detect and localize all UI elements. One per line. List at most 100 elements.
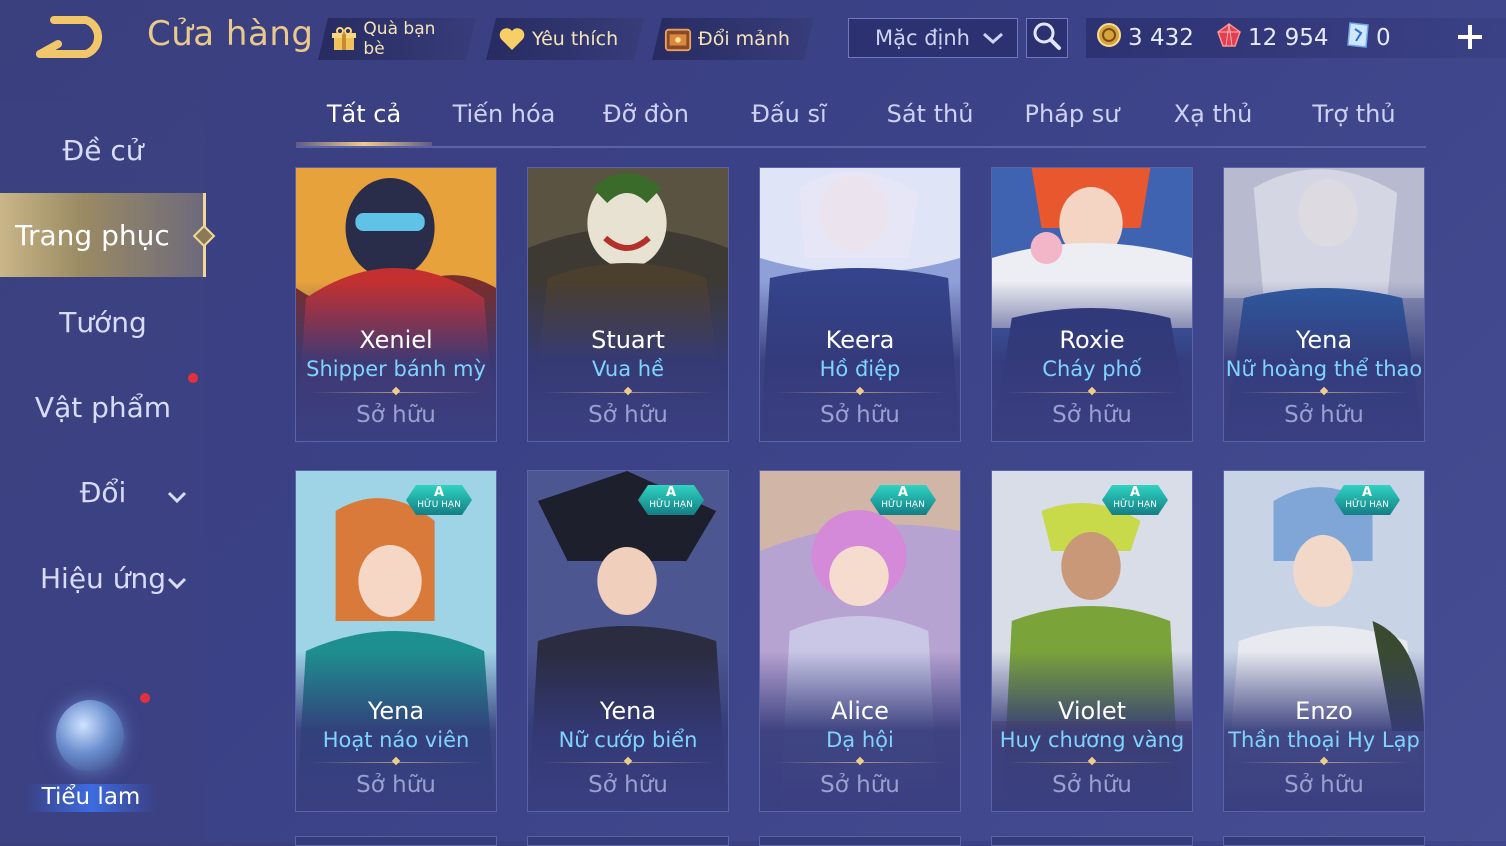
tab-assassin[interactable]: Sát thủ — [865, 100, 995, 142]
notification-dot — [188, 373, 198, 383]
ruby-balance: 12 954 — [1216, 18, 1328, 58]
tab-label: Đấu sĩ — [751, 100, 827, 128]
badge-grade: A — [433, 485, 445, 500]
tab-all[interactable]: Tất cả — [296, 100, 432, 142]
badge-grade: A — [1129, 485, 1141, 500]
fragment-exchange-button[interactable]: Đổi mảnh — [652, 18, 814, 60]
skin-name: Cháy phố — [1042, 357, 1142, 381]
sidebar-item-recommended[interactable]: Đề cử — [0, 108, 206, 192]
card-divider — [774, 392, 946, 393]
skin-card-partial[interactable] — [759, 836, 961, 846]
badge-grade: A — [665, 485, 677, 500]
hero-name: Keera — [825, 326, 895, 354]
skin-name: Shipper bánh mỳ — [306, 357, 486, 381]
skin-card[interactable]: Yena Nữ hoàng thể thao Sở hữu — [1223, 167, 1425, 442]
ownership-status: Sở hữu — [1284, 402, 1364, 428]
tab-support[interactable]: Trợ thủ — [1289, 100, 1419, 142]
tab-label: Sát thủ — [886, 100, 974, 128]
ownership-status: Sở hữu — [588, 402, 668, 428]
sidebar-item-heroes[interactable]: Tướng — [0, 280, 206, 364]
heart-icon — [498, 25, 526, 53]
skin-card[interactable]: A HỮU HẠN Enzo Thần thoại Hy Lạp Sở hữu — [1223, 470, 1425, 812]
tab-label: Pháp sư — [1024, 100, 1120, 128]
sort-dropdown[interactable]: Mặc định — [848, 18, 1018, 58]
skin-name: Vua hề — [591, 357, 665, 381]
search-button[interactable] — [1026, 18, 1068, 58]
friend-gift-button[interactable]: Quà bạn bè — [318, 18, 476, 60]
tab-mage[interactable]: Pháp sư — [1007, 100, 1137, 142]
badge-grade: A — [897, 485, 909, 500]
skin-card[interactable]: Keera Hồ điệp Sở hữu — [759, 167, 961, 442]
skin-card-partial[interactable] — [295, 836, 497, 846]
skin-card-partial[interactable] — [991, 836, 1193, 846]
back-arrow-icon[interactable] — [36, 14, 118, 60]
friend-gift-label: Quà bạn bè — [363, 19, 436, 59]
limited-badge: A HỮU HẠN — [1102, 485, 1168, 515]
favorite-button[interactable]: Yêu thích — [486, 18, 644, 60]
search-icon — [1032, 21, 1062, 55]
sidebar-item-label: Tướng — [59, 305, 147, 339]
assistant-label: Tiểu lam — [26, 784, 156, 812]
skin-card[interactable]: Roxie Cháy phố Sở hữu — [991, 167, 1193, 442]
tab-label: Xạ thủ — [1173, 100, 1253, 128]
skin-name: Nữ cướp biển — [558, 728, 698, 752]
skin-name: Hoạt náo viên — [322, 728, 470, 752]
skin-card[interactable]: A HỮU HẠN Alice Dạ hội Sở hữu — [759, 470, 961, 812]
card-divider — [1006, 392, 1178, 393]
card-divider — [1238, 762, 1410, 763]
skin-card[interactable]: A HỮU HẠN Yena Nữ cướp biển Sở hữu — [527, 470, 729, 812]
skin-name: Dạ hội — [826, 728, 894, 752]
chevron-down-icon — [166, 566, 188, 599]
skin-card[interactable]: A HỮU HẠN Yena Hoạt náo viên Sở hữu — [295, 470, 497, 812]
tab-evolution[interactable]: Tiến hóa — [439, 100, 569, 142]
tab-label: Tất cả — [326, 100, 402, 128]
gold-balance: 3 432 — [1096, 18, 1194, 58]
skin-name: Huy chương vàng — [999, 728, 1185, 752]
ownership-status: Sở hữu — [588, 772, 668, 798]
skin-card[interactable]: Stuart Vua hề Sở hữu — [527, 167, 729, 442]
skin-card[interactable]: A HỮU HẠN Violet Huy chương vàng Sở hữu — [991, 470, 1193, 812]
hero-name: Roxie — [1059, 326, 1125, 354]
treasure-chest-icon — [664, 25, 692, 53]
card-divider — [310, 392, 482, 393]
card-divider — [542, 392, 714, 393]
active-tab-indicator — [296, 142, 432, 146]
skin-card[interactable]: Xeniel Shipper bánh mỳ Sở hữu — [295, 167, 497, 442]
card-divider — [1238, 392, 1410, 393]
sidebar-item-label: Đề cử — [62, 133, 144, 167]
limited-badge: A HỮU HẠN — [638, 485, 704, 515]
sidebar-item-items[interactable]: Vật phẩm — [0, 365, 206, 449]
ownership-status: Sở hữu — [820, 402, 900, 428]
skin-card-partial[interactable] — [527, 836, 729, 846]
badge-tag: HỮU HẠN — [1345, 500, 1389, 510]
sort-selected-value: Mặc định — [875, 26, 970, 50]
hero-name: Alice — [831, 697, 889, 725]
tab-marksman[interactable]: Xạ thủ — [1148, 100, 1278, 142]
tab-tank[interactable]: Đỡ đòn — [581, 100, 711, 142]
hero-name: Violet — [1057, 697, 1127, 725]
card-divider — [774, 762, 946, 763]
hero-name: Yena — [367, 697, 425, 725]
ruby-gem-icon — [1216, 22, 1242, 54]
voucher-balance: 0 — [1346, 18, 1391, 58]
sidebar-item-skins[interactable]: Trang phục — [0, 193, 216, 277]
tab-fighter[interactable]: Đấu sĩ — [724, 100, 854, 142]
ownership-status: Sở hữu — [356, 772, 436, 798]
ownership-status: Sở hữu — [1052, 402, 1132, 428]
skin-card-partial[interactable] — [1223, 836, 1425, 846]
selected-diamond-icon — [192, 224, 216, 248]
top-bar: Cửa hàng Quà bạn bè Yêu thích Đổi mảnh M… — [0, 0, 1506, 80]
tieulam-assistant-button[interactable]: Tiểu lam — [26, 700, 156, 820]
page-title: Cửa hàng — [147, 14, 314, 54]
fragment-exchange-label: Đổi mảnh — [698, 28, 790, 50]
sidebar-item-label: Đổi — [79, 475, 127, 509]
sidebar-item-effects[interactable]: Hiệu ứng — [0, 536, 206, 620]
ownership-status: Sở hữu — [356, 402, 436, 428]
chevron-down-icon — [981, 28, 1005, 53]
chevron-down-icon — [166, 480, 188, 513]
ruby-amount: 12 954 — [1248, 25, 1329, 51]
sidebar-item-label: Hiệu ứng — [40, 561, 166, 595]
sidebar-item-exchange[interactable]: Đổi — [0, 450, 206, 534]
card-divider — [310, 762, 482, 763]
add-currency-button[interactable] — [1453, 20, 1487, 54]
